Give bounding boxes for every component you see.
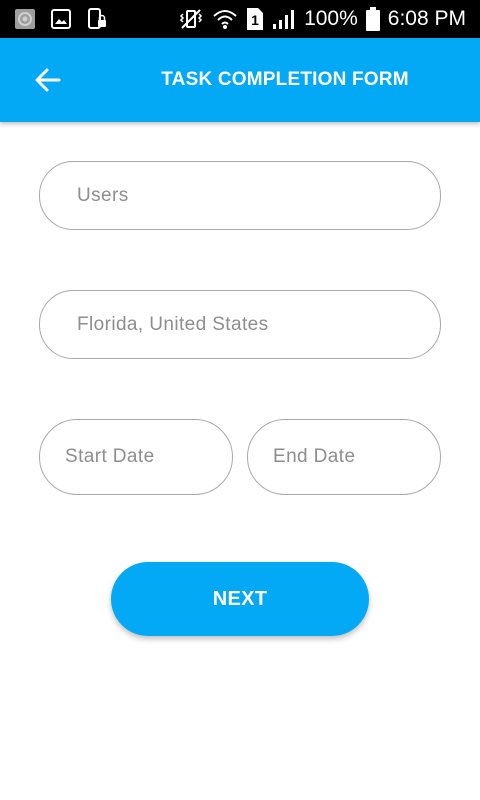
wifi-icon [213, 10, 237, 29]
back-button[interactable] [26, 58, 70, 102]
status-bar: 1 100% 6:08 PM [0, 0, 480, 38]
battery-percentage: 100% [304, 7, 358, 30]
status-time: 6:08 PM [387, 7, 466, 30]
vibrate-mute-icon [180, 9, 203, 29]
start-date-input[interactable]: Start Date [39, 419, 233, 495]
users-input[interactable]: Users [39, 161, 441, 230]
users-placeholder: Users [77, 184, 129, 206]
location-placeholder: Florida, United States [77, 313, 269, 335]
sim-slot-number: 1 [251, 12, 259, 28]
end-date-placeholder: End Date [273, 446, 356, 467]
location-input[interactable]: Florida, United States [39, 290, 441, 359]
app-notification-icon [15, 9, 35, 29]
sim-icon: 1 [247, 8, 264, 30]
status-bar-system: 1 100% 6:08 PM [178, 6, 466, 32]
image-icon [51, 9, 71, 29]
phone-lock-icon [88, 8, 106, 29]
page-title: TASK COMPLETION FORM [161, 69, 409, 90]
status-bar-notifications [14, 8, 108, 30]
next-button-label: NEXT [212, 587, 268, 610]
next-button[interactable]: NEXT [111, 562, 369, 636]
signal-icon [273, 10, 295, 29]
start-date-placeholder: Start Date [65, 446, 155, 467]
app-bar: TASK COMPLETION FORM [0, 38, 480, 122]
battery-icon [365, 7, 380, 31]
end-date-input[interactable]: End Date [247, 419, 441, 495]
arrow-back-icon [35, 68, 61, 92]
